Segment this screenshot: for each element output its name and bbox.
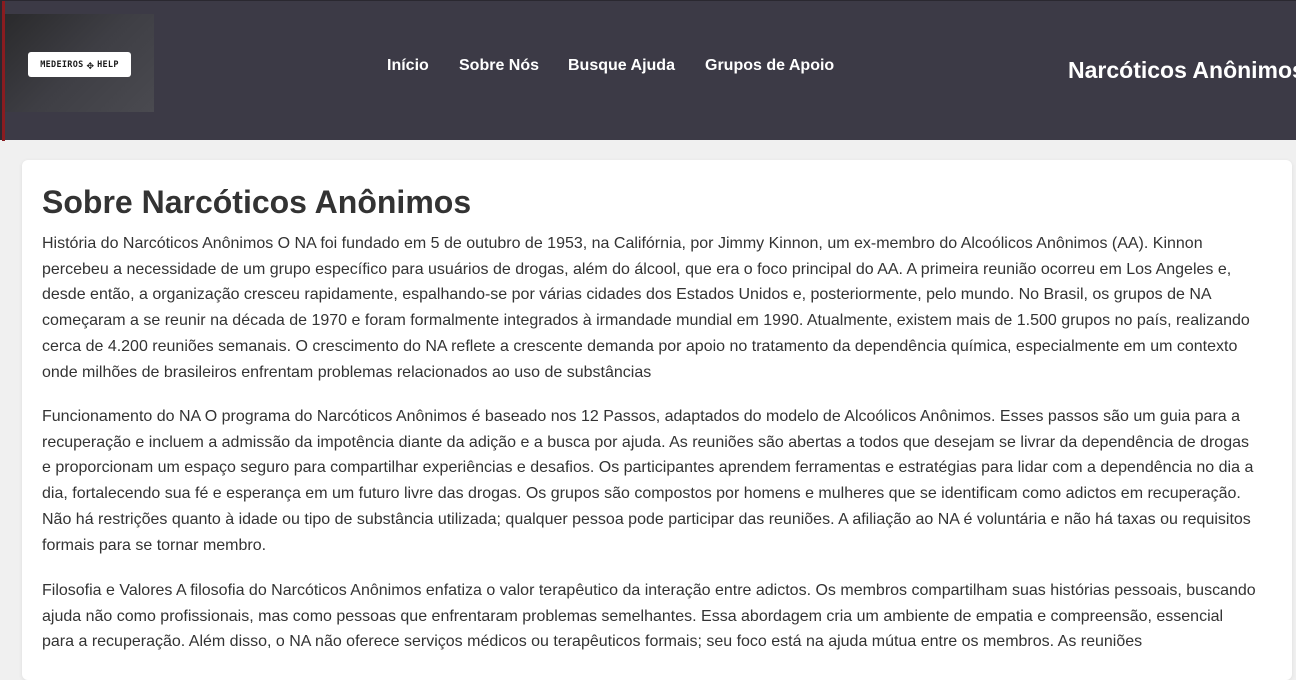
history-paragraph: História do Narcóticos Anônimos O NA foi… [42, 235, 1250, 381]
cross-icon: ✥ [86, 57, 95, 72]
page-title: Sobre Narcóticos Anônimos [42, 184, 472, 220]
philosophy-paragraph: Filosofia e Valores A filosofia do Narcó… [42, 582, 1256, 651]
site-header: MEDEIROS ✥ HELP Início Sobre Nós Busque … [0, 0, 1296, 141]
logo-container[interactable]: MEDEIROS ✥ HELP [5, 14, 154, 112]
logo-text-right: HELP [97, 59, 119, 70]
logo[interactable]: MEDEIROS ✥ HELP [28, 52, 131, 77]
nav-link-inicio[interactable]: Início [387, 57, 429, 75]
nav-link-busque-ajuda[interactable]: Busque Ajuda [568, 57, 675, 75]
brand-title: Narcóticos Anônimos [1068, 57, 1296, 83]
logo-text-left: MEDEIROS [40, 59, 84, 70]
functioning-paragraph: Funcionamento do NA O programa do Narcót… [42, 408, 1254, 554]
nav-link-sobre-nos[interactable]: Sobre Nós [459, 57, 539, 75]
nav-link-grupos-de-apoio[interactable]: Grupos de Apoio [705, 57, 834, 75]
